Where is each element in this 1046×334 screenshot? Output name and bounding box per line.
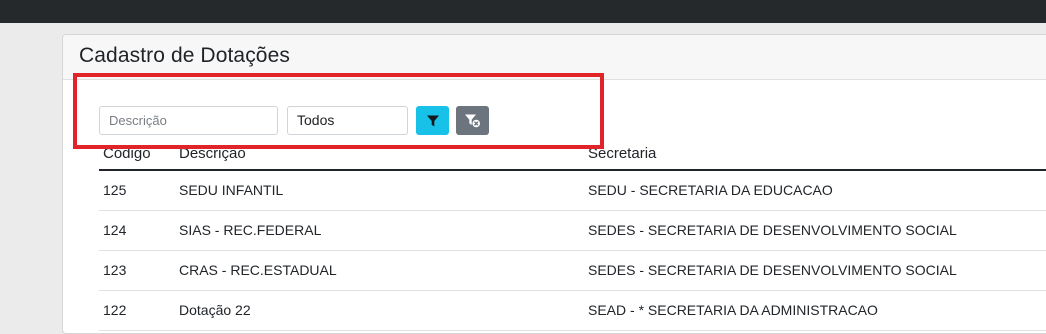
cell-secretaria: SEDES - SECRETARIA DE DESENVOLVIMENTO SO… [588,262,957,278]
page-title: Cadastro de Dotações [79,44,290,67]
cell-descricao: CRAS - REC.ESTADUAL [179,262,337,278]
cell-secretaria: SEDU - SECRETARIA DA EDUCACAO [588,182,833,198]
cell-secretaria: SEAD - * SECRETARIA DA ADMINISTRACAO [588,302,878,318]
table-row[interactable]: 125 SEDU INFANTIL SEDU - SECRETARIA DA E… [99,170,1046,211]
table-row[interactable]: 124 SIAS - REC.FEDERAL SEDES - SECRETARI… [99,210,1046,251]
top-navbar [0,0,1046,23]
cell-descricao: Dotação 22 [179,302,251,318]
cell-descricao: SIAS - REC.FEDERAL [179,222,322,238]
table-row[interactable]: 123 CRAS - REC.ESTADUAL SEDES - SECRETAR… [99,250,1046,291]
cell-codigo: 123 [103,262,127,278]
cell-secretaria: SEDES - SECRETARIA DE DESENVOLVIMENTO SO… [588,222,957,238]
cell-codigo: 124 [103,222,127,238]
table-row[interactable]: 122 Dotação 22 SEAD - * SECRETARIA DA AD… [99,290,1046,331]
cell-codigo: 125 [103,182,127,198]
highlight-box [73,73,604,149]
cell-descricao: SEDU INFANTIL [179,182,284,198]
cell-codigo: 122 [103,302,127,318]
